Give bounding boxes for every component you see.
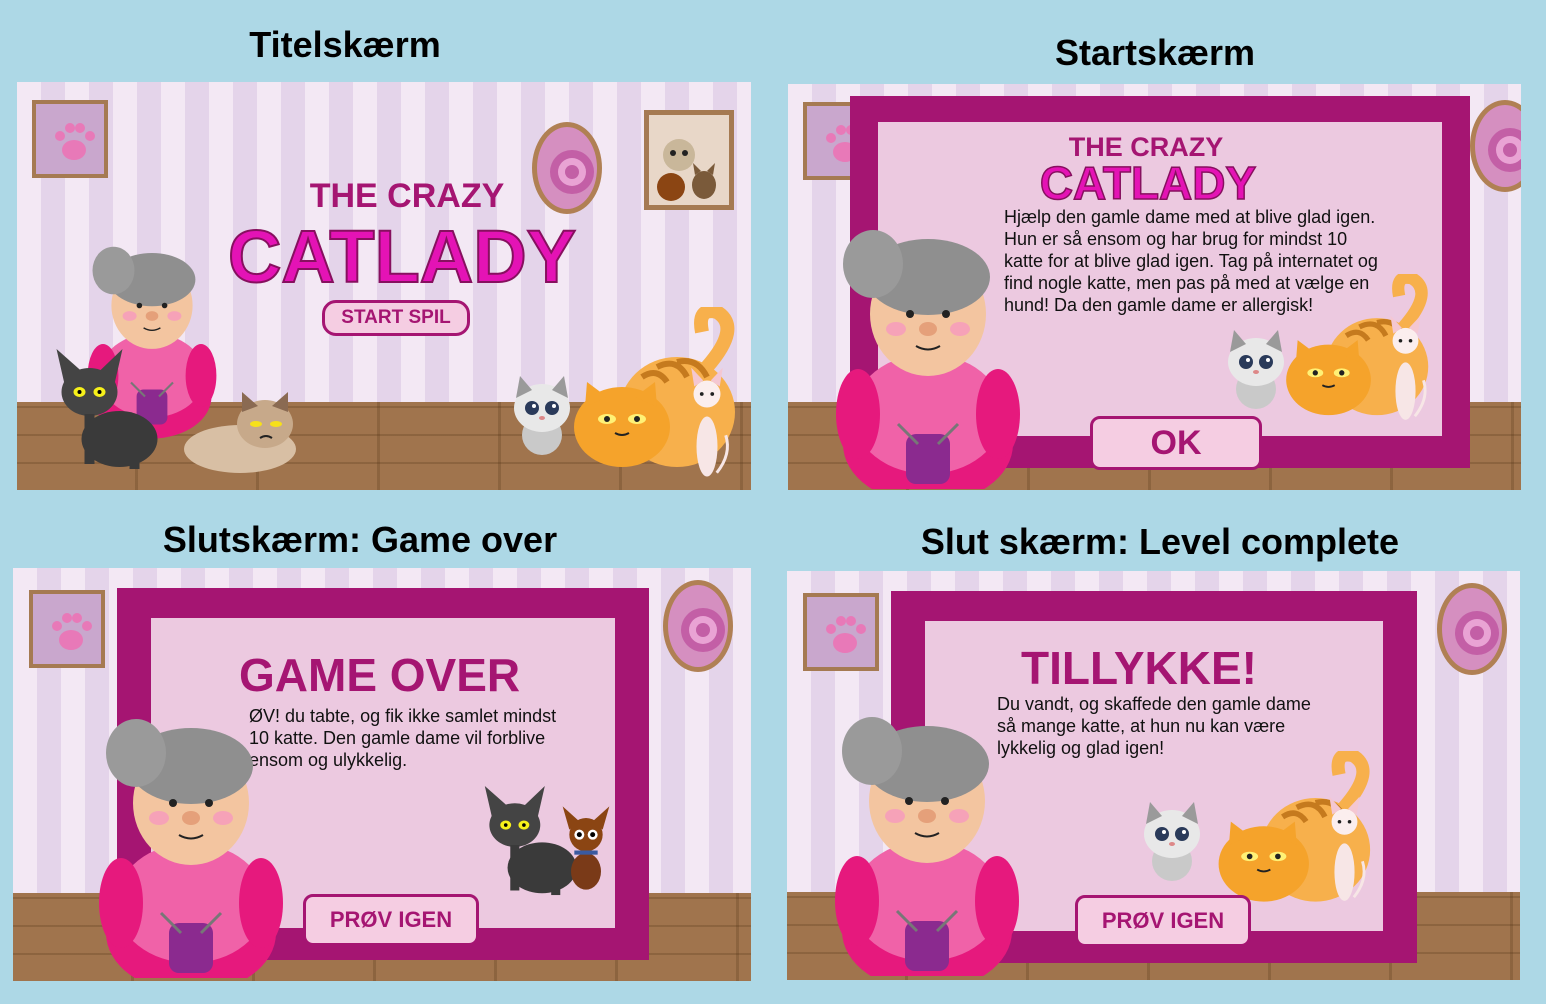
- paw-picture-frame: [29, 590, 105, 668]
- grey-kitten: [1132, 796, 1212, 886]
- crying-granny-character: [91, 718, 291, 978]
- game-over-panel: GAME OVER ØV! du tabte, og fik ikke saml…: [13, 568, 751, 981]
- flower-picture-frame: [532, 122, 602, 214]
- paw-picture-frame: [32, 100, 108, 178]
- logo-line2: CATLADY: [227, 214, 577, 299]
- paw-icon: [47, 610, 95, 654]
- flower-icon: [1452, 608, 1502, 658]
- flower-icon: [1485, 125, 1521, 175]
- logo-line2: CATLADY: [1039, 156, 1257, 210]
- paw-picture-frame: [803, 593, 879, 671]
- ok-button[interactable]: OK: [1090, 416, 1262, 470]
- flower-icon: [547, 147, 597, 197]
- title-screen-panel: THE CRAZY CATLADY START SPIL: [17, 82, 751, 490]
- happy-granny-character: [827, 716, 1027, 976]
- grumpy-cat: [180, 384, 300, 474]
- start-game-button[interactable]: START SPIL: [322, 300, 470, 336]
- flower-icon: [678, 605, 728, 655]
- heading-title-screen: Titelskærm: [249, 24, 441, 65]
- sphynx-cat: [1378, 312, 1433, 427]
- level-complete-text: Du vandt, og skaffede den gamle dame så …: [997, 694, 1311, 758]
- retry-button[interactable]: PRØV IGEN: [1075, 895, 1251, 947]
- game-over-text: ØV! du tabte, og fik ikke samlet mindst …: [249, 706, 557, 770]
- start-screen-panel: THE CRAZY CATLADY Hjælp den gamle dame m…: [788, 84, 1521, 490]
- level-complete-title: TILLYKKE!: [1021, 642, 1257, 694]
- granny-character: [828, 229, 1028, 489]
- retry-button[interactable]: PRØV IGEN: [303, 894, 479, 946]
- flower-picture-frame: [1470, 100, 1521, 192]
- heading-level-complete-screen: Slut skærm: Level complete: [920, 521, 1400, 562]
- sphynx-cat: [677, 364, 737, 484]
- level-complete-panel: TILLYKKE! Du vandt, og skaffede den gaml…: [787, 571, 1520, 980]
- heading-game-over-screen: Slutskærm: Game over: [162, 519, 558, 560]
- flower-picture-frame: [663, 580, 733, 672]
- heading-start-screen: Startskærm: [1054, 32, 1256, 73]
- brown-dog: [561, 798, 611, 903]
- logo-line1: THE CRAZY: [309, 177, 505, 215]
- pets-picture-frame: [644, 110, 734, 210]
- flower-picture-frame: [1437, 583, 1507, 675]
- paw-icon: [50, 120, 98, 164]
- game-over-title: GAME OVER: [239, 649, 521, 701]
- black-cat: [52, 344, 167, 474]
- sphynx-cat: [1317, 793, 1372, 908]
- paw-icon: [821, 613, 869, 657]
- pets-portrait-icon: [657, 139, 716, 201]
